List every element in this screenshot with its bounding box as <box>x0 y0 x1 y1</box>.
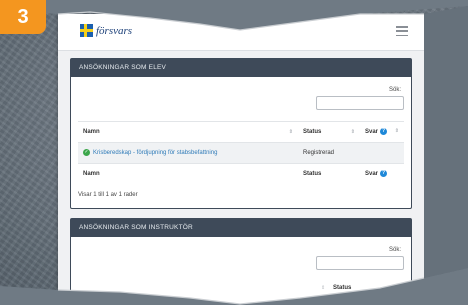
step-number-badge: 3 <box>0 0 46 34</box>
torn-paper-edges <box>0 0 468 305</box>
